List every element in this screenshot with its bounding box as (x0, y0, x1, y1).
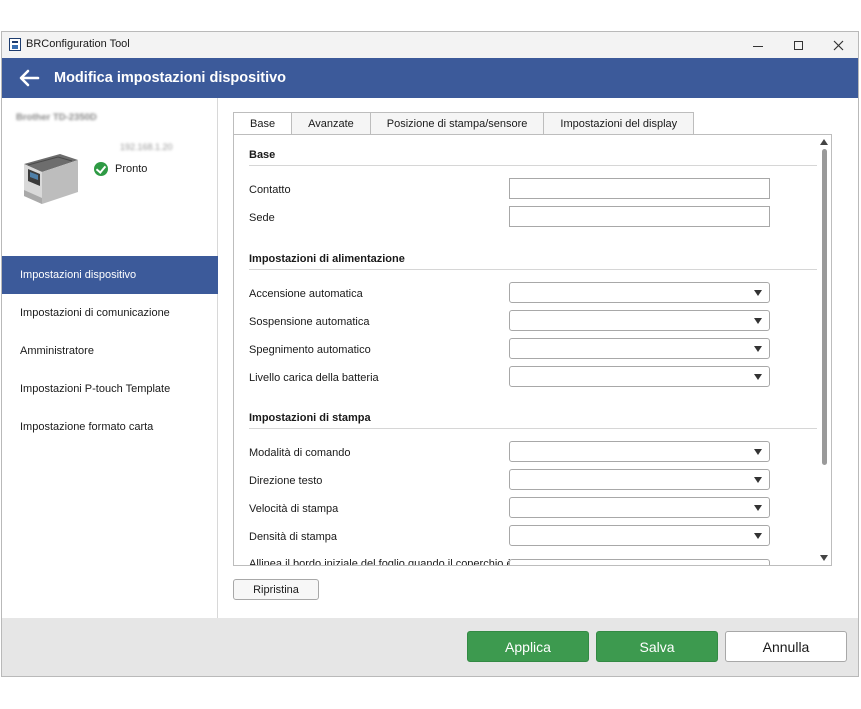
status-ok-icon (94, 162, 108, 176)
device-status: Pronto (115, 163, 148, 175)
battery-level-select[interactable] (509, 366, 770, 387)
window-title: BRConfiguration Tool (26, 38, 130, 50)
tab-advanced[interactable]: Avanzate (292, 112, 371, 135)
dropdown-arrow-icon (754, 449, 762, 455)
maximize-button[interactable] (778, 32, 818, 58)
dropdown-arrow-icon (754, 290, 762, 296)
tab-base[interactable]: Base (233, 112, 293, 136)
sidebar-item-communication-settings[interactable]: Impostazioni di comunicazione (2, 294, 218, 332)
dropdown-arrow-icon (754, 505, 762, 511)
apply-button[interactable]: Applica (467, 631, 589, 662)
printer-image (24, 154, 78, 204)
sidebar-nav: Impostazioni dispositivo Impostazioni di… (2, 256, 218, 446)
contatto-label: Contatto (249, 184, 291, 196)
minimize-icon (753, 45, 763, 47)
minimize-button[interactable] (738, 32, 778, 58)
print-speed-label: Velocità di stampa (249, 503, 339, 515)
section-divider (249, 428, 817, 429)
text-direction-label: Direzione testo (249, 475, 323, 487)
section-divider (249, 165, 817, 166)
main-content: Base Avanzate Posizione di stampa/sensor… (219, 98, 858, 618)
close-icon (833, 40, 843, 50)
save-button[interactable]: Salva (596, 631, 718, 662)
print-density-select[interactable] (509, 525, 770, 546)
tab-print-position-sensor[interactable]: Posizione di stampa/sensore (370, 112, 545, 135)
sede-label: Sede (249, 212, 275, 224)
page-title: Modifica impostazioni dispositivo (54, 70, 287, 86)
back-arrow-icon[interactable] (18, 68, 40, 88)
dropdown-arrow-icon (754, 346, 762, 352)
print-speed-select[interactable] (509, 497, 770, 518)
device-name: Brother TD-2350D (16, 112, 97, 123)
title-bar: BRConfiguration Tool (2, 32, 858, 58)
section-title-print: Impostazioni di stampa (249, 412, 371, 424)
app-icon (9, 38, 21, 51)
auto-sleep-select[interactable] (509, 310, 770, 331)
auto-power-off-label: Spegnimento automatico (249, 344, 371, 356)
scroll-down-icon[interactable] (820, 555, 828, 561)
dropdown-arrow-icon (754, 374, 762, 380)
maximize-icon (793, 40, 803, 50)
sidebar-item-administrator[interactable]: Amministratore (2, 332, 218, 370)
contatto-input[interactable] (509, 178, 770, 199)
section-title-base: Base (249, 149, 276, 161)
dropdown-arrow-icon (754, 318, 762, 324)
cancel-button[interactable]: Annulla (725, 631, 847, 662)
close-button[interactable] (818, 32, 858, 58)
reset-button[interactable]: Ripristina (233, 579, 319, 600)
battery-level-label: Livello carica della batteria (249, 372, 379, 384)
tab-bar: Base Avanzate Posizione di stampa/sensor… (233, 112, 695, 136)
align-leading-edge-label: Allinea il bordo iniziale del foglio qua… (249, 558, 513, 566)
auto-power-off-select[interactable] (509, 338, 770, 359)
text-direction-select[interactable] (509, 469, 770, 490)
command-mode-select[interactable] (509, 441, 770, 462)
print-density-label: Densità di stampa (249, 531, 338, 543)
auto-power-on-select[interactable] (509, 282, 770, 303)
app-window: BRConfiguration Tool Modifica impostazio… (1, 31, 859, 677)
settings-panel: Base Contatto Sede Impostazioni di alime… (233, 134, 832, 566)
command-mode-label: Modalità di comando (249, 447, 351, 459)
scroll-thumb[interactable] (822, 149, 827, 465)
page-header: Modifica impostazioni dispositivo (2, 58, 858, 98)
sede-input[interactable] (509, 206, 770, 227)
auto-power-on-label: Accensione automatica (249, 288, 363, 300)
left-panel: Brother TD-2350D 192.168.1.20 Pronto Imp… (2, 98, 218, 618)
align-leading-edge-select[interactable] (509, 559, 770, 565)
device-ip: 192.168.1.20 (120, 142, 173, 152)
sidebar-item-device-settings[interactable]: Impostazioni dispositivo (2, 256, 218, 294)
section-divider (249, 269, 817, 270)
footer-bar: Applica Salva Annulla (2, 618, 858, 676)
dropdown-arrow-icon (754, 533, 762, 539)
section-title-power: Impostazioni di alimentazione (249, 253, 405, 265)
auto-sleep-label: Sospensione automatica (249, 316, 370, 328)
sidebar-item-paper-format[interactable]: Impostazione formato carta (2, 408, 218, 446)
scroll-up-icon[interactable] (820, 139, 828, 145)
tab-display-settings[interactable]: Impostazioni del display (544, 112, 695, 135)
dropdown-arrow-icon (754, 477, 762, 483)
sidebar-item-ptouch-template[interactable]: Impostazioni P-touch Template (2, 370, 218, 408)
vertical-scrollbar[interactable] (817, 135, 831, 565)
